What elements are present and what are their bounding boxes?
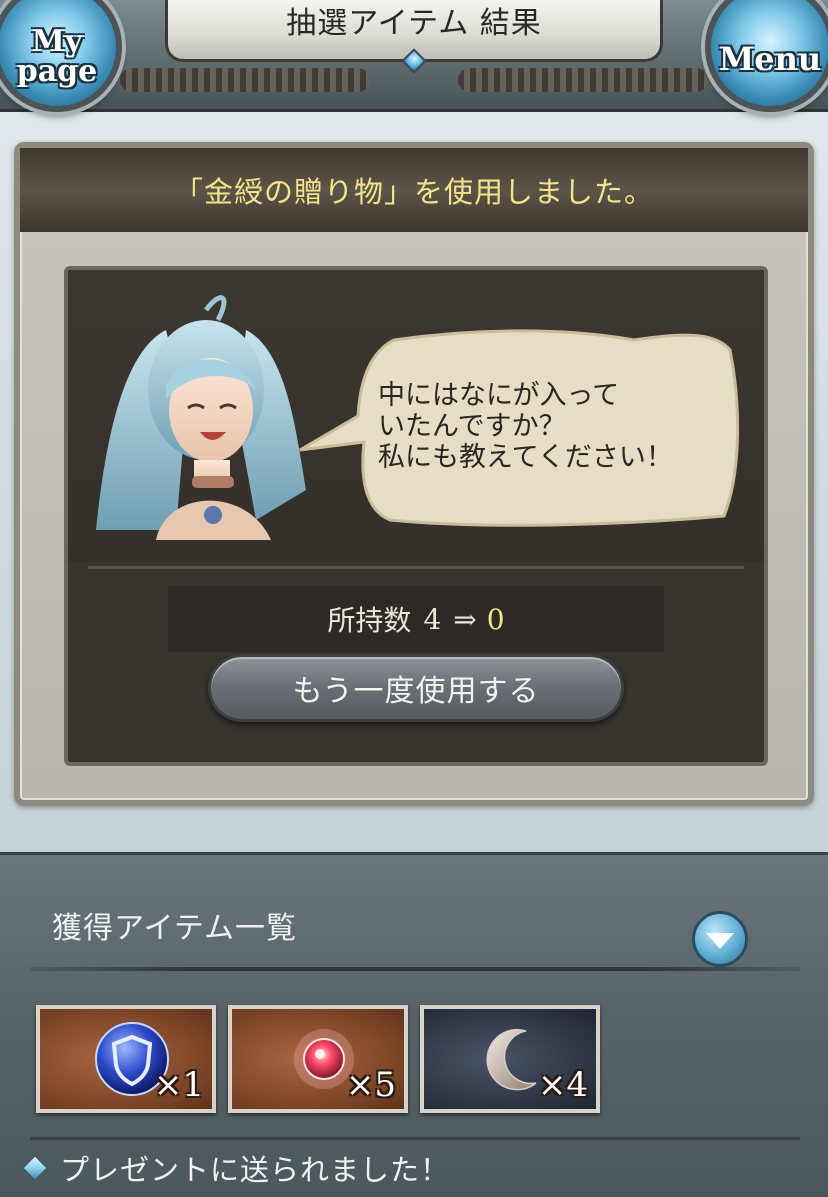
item-quantity: ×1 bbox=[153, 1065, 204, 1105]
header-ornament-right bbox=[458, 68, 708, 92]
result-message: 「金綬の贈り物」を使用しました。 bbox=[173, 175, 654, 209]
use-again-button[interactable]: もう一度使用する bbox=[208, 654, 624, 722]
chevron-down-icon bbox=[706, 933, 734, 949]
dialog-area: 中にはなにが入って いたんですか？ 私にも教えてください！ bbox=[68, 270, 764, 562]
possession-count: 所持数 4 ⇒ 0 bbox=[168, 586, 664, 652]
section-divider bbox=[30, 967, 800, 971]
item-quantity: ×4 bbox=[537, 1065, 588, 1105]
collapse-toggle-button[interactable] bbox=[692, 911, 748, 967]
top-header: 抽選アイテム 結果 bbox=[0, 0, 828, 112]
character-portrait bbox=[96, 295, 306, 540]
page-title: 抽選アイテム 結果 bbox=[286, 6, 542, 41]
sent-divider bbox=[30, 1137, 800, 1140]
menu-label: Menu bbox=[718, 40, 822, 78]
count-label: 所持数 bbox=[327, 604, 412, 637]
result-inner-panel: 中にはなにが入って いたんですか？ 私にも教えてください！ 所持数 4 ⇒ 0 … bbox=[64, 266, 768, 766]
count-before: 4 bbox=[423, 602, 442, 636]
item-quantity: ×5 bbox=[345, 1065, 396, 1105]
acquired-item[interactable]: ×1 bbox=[36, 1005, 216, 1113]
header-ornament-left bbox=[120, 68, 370, 92]
acquired-items-list: ×1 ×5 ×4 bbox=[36, 1005, 600, 1113]
sent-message: プレゼントに送られました！ bbox=[60, 1153, 451, 1187]
mypage-label: My page bbox=[16, 24, 98, 89]
diamond-gem-icon bbox=[22, 1155, 48, 1181]
result-titlebar: 「金綬の贈り物」を使用しました。 bbox=[20, 148, 808, 232]
result-panel: 「金綬の贈り物」を使用しました。 中にはなにが入って いたんですか？ 私にも教え… bbox=[14, 142, 814, 806]
acquired-items-title: 獲得アイテム一覧 bbox=[52, 911, 297, 946]
count-after: 0 bbox=[486, 602, 505, 636]
acquired-item[interactable]: ×4 bbox=[420, 1005, 600, 1113]
count-arrow: ⇒ bbox=[453, 602, 477, 636]
acquired-item[interactable]: ×5 bbox=[228, 1005, 408, 1113]
acquired-items-section: 獲得アイテム一覧 ×1 ×5 ×4 プレゼントに送られました！ bbox=[0, 852, 828, 1197]
panel-divider bbox=[88, 566, 744, 569]
speech-text: 中にはなにが入って いたんですか？ 私にも教えてください！ bbox=[378, 380, 673, 473]
sent-notice: プレゼントに送られました！ bbox=[22, 1147, 450, 1189]
